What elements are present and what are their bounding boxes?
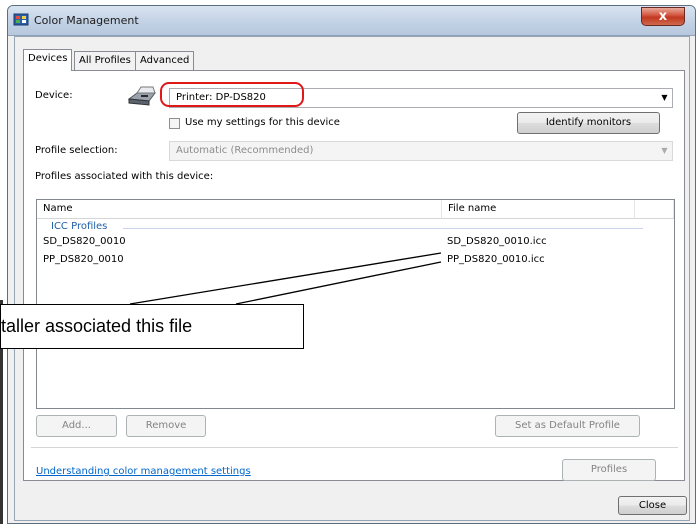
group-divider xyxy=(123,228,643,229)
dialog-client-area: Devices All Profiles Advanced Device: Pr… xyxy=(14,36,690,521)
profiles-heading: Profiles associated with this device: xyxy=(35,171,214,182)
remove-profile-button[interactable]: Remove xyxy=(126,415,206,437)
understanding-color-management-link[interactable]: Understanding color management settings xyxy=(36,466,251,477)
close-button[interactable]: Close xyxy=(618,496,687,515)
device-label: Device: xyxy=(35,90,73,101)
chevron-down-icon[interactable]: ▼ xyxy=(657,89,672,107)
callout-box: taller associated this file xyxy=(0,304,304,349)
title-bar[interactable]: Color Management x xyxy=(8,6,695,36)
chevron-down-icon[interactable]: ▼ xyxy=(657,142,672,160)
group-header-icc-profiles: ICC Profiles xyxy=(51,221,108,232)
tab-advanced[interactable]: Advanced xyxy=(135,51,195,70)
use-settings-label: Use my settings for this device xyxy=(185,117,340,128)
printer-icon xyxy=(127,85,157,107)
use-settings-checkbox[interactable] xyxy=(169,118,180,129)
tab-devices[interactable]: Devices xyxy=(23,49,73,71)
profile-file-1[interactable]: SD_DS820_0010.icc xyxy=(447,236,547,247)
profile-name-1[interactable]: SD_DS820_0010 xyxy=(43,236,126,247)
column-header-file-name[interactable]: File name xyxy=(442,200,635,219)
separator xyxy=(31,447,678,448)
add-profile-button[interactable]: Add... xyxy=(36,415,117,437)
color-management-icon xyxy=(13,12,29,28)
profile-selection-label: Profile selection: xyxy=(35,145,118,156)
set-default-profile-button[interactable]: Set as Default Profile xyxy=(495,415,640,437)
profiles-button[interactable]: Profiles xyxy=(562,459,656,481)
tab-all-profiles[interactable]: All Profiles xyxy=(74,51,136,70)
column-header-name[interactable]: Name xyxy=(37,200,442,219)
window-title: Color Management xyxy=(34,14,139,27)
devices-tab-panel: Device: Printer: DP-DS820 ▼ Use my setti… xyxy=(23,70,685,481)
close-window-button[interactable]: x xyxy=(641,7,685,26)
profile-selection-value: Automatic (Recommended) xyxy=(176,145,314,156)
profile-name-2[interactable]: PP_DS820_0010 xyxy=(43,254,124,265)
column-header-empty xyxy=(635,200,674,219)
profile-file-2[interactable]: PP_DS820_0010.icc xyxy=(447,254,545,265)
identify-monitors-button[interactable]: Identify monitors xyxy=(517,112,660,134)
device-highlight-ring xyxy=(160,82,304,107)
profile-selection-select[interactable]: Automatic (Recommended) ▼ xyxy=(169,141,673,161)
color-management-window: Color Management x Devices All Profiles … xyxy=(7,5,696,524)
callout-text: taller associated this file xyxy=(1,316,193,336)
